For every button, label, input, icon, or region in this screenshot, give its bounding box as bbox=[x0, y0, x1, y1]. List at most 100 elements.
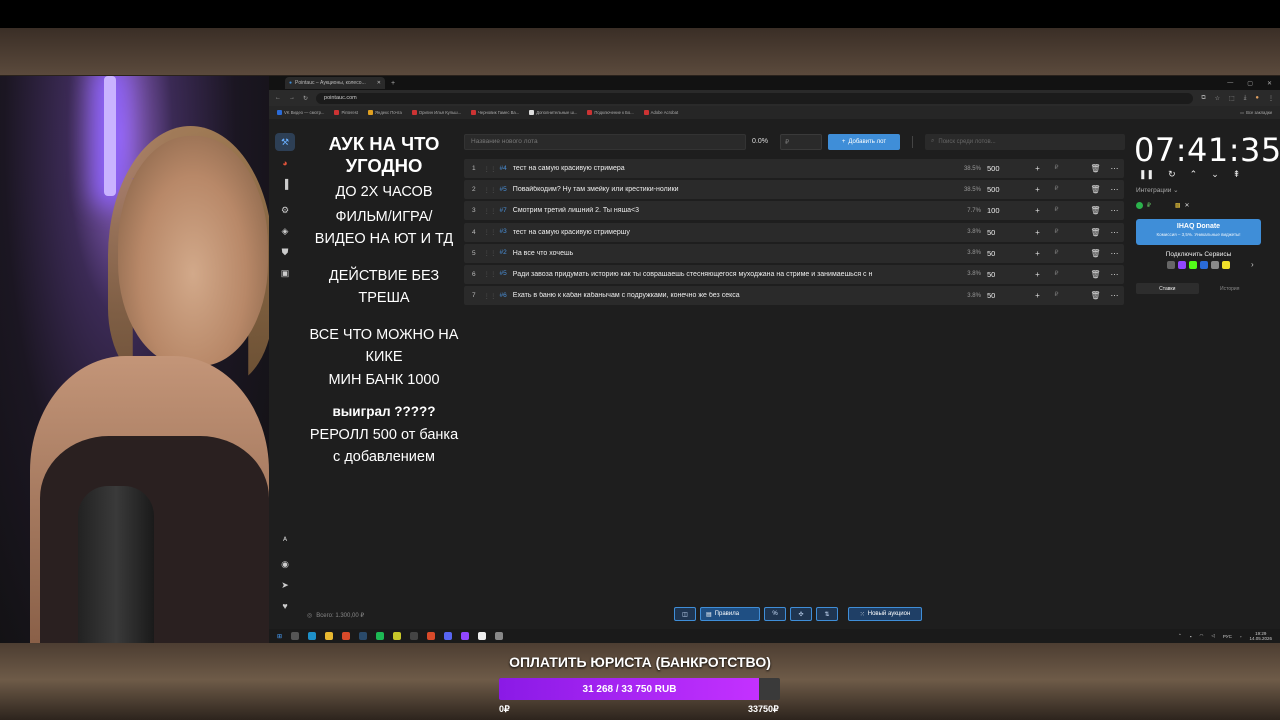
volume-icon[interactable]: ◁ bbox=[1211, 633, 1214, 639]
taskbar-clock[interactable]: 19:29 14.05.2026 bbox=[1249, 631, 1272, 641]
keyboard-language[interactable]: РУС bbox=[1223, 634, 1232, 639]
lot-search-input[interactable]: ⌕ Поиск среди лотов... bbox=[925, 133, 1125, 150]
more-icon[interactable]: ⋯ bbox=[1105, 291, 1124, 300]
bookmark-item[interactable]: Adobe Acrobat bbox=[643, 110, 678, 115]
pause-icon[interactable]: ❚❚ bbox=[1139, 169, 1154, 180]
lot-amount[interactable]: 100 bbox=[987, 206, 1026, 215]
delete-icon[interactable]: 🗑 bbox=[1086, 164, 1105, 173]
lot-amount[interactable]: 50 bbox=[987, 249, 1026, 258]
nav-settings-icon[interactable]: ⚙ bbox=[275, 201, 295, 219]
drag-handle-icon[interactable]: ⋮⋮ bbox=[484, 186, 497, 194]
nav-telegram-icon[interactable]: ➤ bbox=[275, 576, 295, 594]
chevron-right-icon[interactable]: › bbox=[1251, 260, 1254, 269]
integrations-label[interactable]: Интеграции ⌄ bbox=[1136, 186, 1179, 194]
add-amount-icon[interactable]: + bbox=[1028, 228, 1047, 237]
rub-input-icon[interactable]: ₽ bbox=[1047, 270, 1066, 279]
profile-avatar[interactable]: ● bbox=[1255, 95, 1259, 102]
all-bookmarks[interactable]: ▭ Все закладки bbox=[1240, 110, 1272, 115]
lot-amount[interactable]: 50 bbox=[987, 228, 1026, 237]
tray-chevron-icon[interactable]: ⌃ bbox=[1178, 633, 1182, 639]
download-icon[interactable]: ⤓ bbox=[1244, 95, 1247, 102]
lot-row[interactable]: 7 ⋮⋮ #6 Ехать в баню к кабан кабанычам с по… bbox=[464, 286, 1124, 306]
rub-input-icon[interactable]: ₽ bbox=[1047, 228, 1066, 237]
nav-wheel-icon[interactable]: ◕ bbox=[275, 154, 295, 172]
nav-gallery-icon[interactable]: ▣ bbox=[275, 264, 295, 282]
increase-time-icon[interactable]: ⌃ bbox=[1190, 169, 1198, 180]
nav-shield-icon[interactable]: ⛊ bbox=[275, 243, 295, 261]
url-field[interactable]: pointauc.com bbox=[316, 92, 1194, 104]
bookmark-item[interactable]: Черновик Гамес Ва... bbox=[471, 110, 519, 115]
spotify-icon[interactable] bbox=[376, 632, 385, 640]
close-integration-icon[interactable]: ✕ bbox=[1185, 202, 1190, 209]
more-icon[interactable]: ⋯ bbox=[1105, 228, 1124, 237]
fullscreen-button[interactable]: ◫ bbox=[674, 607, 696, 621]
bookmark-item[interactable]: Дополнительные ш... bbox=[529, 110, 577, 115]
windows-start-icon[interactable]: ⊞ bbox=[277, 633, 282, 640]
rub-input-icon[interactable]: ₽ bbox=[1047, 164, 1066, 173]
app-icon[interactable] bbox=[393, 632, 402, 640]
chrome-icon[interactable] bbox=[427, 632, 436, 640]
add-amount-icon[interactable]: + bbox=[1028, 270, 1047, 279]
bookmark-item[interactable]: VK Видео — смотр... bbox=[277, 110, 324, 115]
bookmark-item[interactable]: Подключение к Бо... bbox=[587, 110, 634, 115]
twitch-status-icon[interactable]: ▩ bbox=[1175, 202, 1181, 209]
lot-amount[interactable]: 50 bbox=[987, 291, 1026, 300]
lot-amount[interactable]: 50 bbox=[987, 270, 1026, 279]
percent-button[interactable]: % bbox=[764, 607, 786, 621]
menu-icon[interactable]: ⋮ bbox=[1268, 95, 1274, 102]
reset-icon[interactable]: ↻ bbox=[1168, 169, 1176, 180]
delete-icon[interactable]: 🗑 bbox=[1086, 206, 1105, 215]
rub-input-icon[interactable]: ₽ bbox=[1047, 206, 1066, 215]
donate-service-card[interactable]: IHAQ Donate Комиссия – 3,5%. Уникальные … bbox=[1136, 219, 1261, 245]
nav-github-icon[interactable]: ◉ bbox=[275, 555, 295, 573]
discord-icon[interactable] bbox=[444, 632, 453, 640]
taskview-icon[interactable] bbox=[291, 632, 300, 640]
lot-row[interactable]: 1 ⋮⋮ #4 тест на самую красивую стримера 38.5… bbox=[464, 159, 1124, 178]
rub-input-icon[interactable]: ₽ bbox=[1047, 185, 1066, 194]
more-icon[interactable]: ⋯ bbox=[1105, 270, 1124, 279]
rub-input-icon[interactable]: ₽ bbox=[1047, 249, 1066, 258]
yandex-icon[interactable] bbox=[478, 632, 487, 640]
lot-amount[interactable]: 500 bbox=[987, 164, 1026, 173]
delete-icon[interactable]: 🗑 bbox=[1086, 185, 1105, 194]
tray-icon[interactable]: ▫ bbox=[1240, 634, 1242, 639]
add-amount-icon[interactable]: + bbox=[1028, 185, 1047, 194]
lot-name[interactable]: тест на самую красивую стримера bbox=[513, 165, 942, 172]
delete-icon[interactable]: 🗑 bbox=[1086, 228, 1105, 237]
extensions-icon[interactable]: ⬚ bbox=[1229, 95, 1235, 102]
more-icon[interactable]: ⋯ bbox=[1105, 185, 1124, 194]
drag-handle-icon[interactable]: ⋮⋮ bbox=[484, 165, 497, 173]
add-time-icon[interactable]: ⇞ bbox=[1233, 169, 1241, 180]
delete-icon[interactable]: 🗑 bbox=[1086, 270, 1105, 279]
close-window-icon[interactable]: ✕ bbox=[1267, 80, 1272, 87]
drag-handle-icon[interactable]: ⋮⋮ bbox=[484, 207, 497, 215]
bookmark-item[interactable]: Яндекс Почта bbox=[367, 110, 402, 115]
chrome-icon[interactable] bbox=[342, 632, 351, 640]
rules-button[interactable]: ▤ Правила bbox=[700, 607, 760, 621]
new-auction-button[interactable]: ⁙ Новый аукцион bbox=[848, 607, 922, 621]
nav-auction-icon[interactable]: ⚒ bbox=[275, 133, 295, 151]
add-lot-button[interactable]: + Добавить лот bbox=[828, 133, 900, 150]
new-tab-icon[interactable]: + bbox=[391, 80, 395, 87]
lot-amount[interactable]: 500 bbox=[987, 185, 1026, 194]
nav-translate-icon[interactable]: ᴬ bbox=[275, 531, 295, 549]
browser-tab[interactable]: ● Pointauc – Аукционы, колесо... ✕ bbox=[285, 77, 385, 89]
connect-services[interactable]: Подключить Сервисы bbox=[1136, 251, 1261, 269]
lot-row[interactable]: 2 ⋮⋮ #5 Повайбкодим? Ну там змейку или крес… bbox=[464, 180, 1124, 200]
app-icon[interactable] bbox=[461, 632, 470, 640]
wifi-icon[interactable]: ◠ bbox=[1199, 633, 1203, 639]
lot-row[interactable]: 6 ⋮⋮ #5 Ради завоза придумать историю как т… bbox=[464, 264, 1124, 284]
back-icon[interactable]: ← bbox=[275, 95, 281, 101]
add-amount-icon[interactable]: + bbox=[1028, 164, 1047, 173]
decrease-time-icon[interactable]: ⌄ bbox=[1211, 169, 1219, 180]
bookmark-item[interactable]: Оригин Илья Кульш... bbox=[411, 110, 461, 115]
steam-icon[interactable] bbox=[359, 632, 368, 640]
rub-input-icon[interactable]: ₽ bbox=[1047, 291, 1066, 300]
star-icon[interactable]: ☆ bbox=[1215, 95, 1220, 102]
tab-bets[interactable]: Ставки bbox=[1136, 283, 1199, 294]
lot-name[interactable]: Ради завоза придумать историю как ты сов… bbox=[513, 271, 942, 278]
drag-handle-icon[interactable]: ⋮⋮ bbox=[484, 270, 497, 278]
add-amount-icon[interactable]: + bbox=[1028, 291, 1047, 300]
nav-stats-icon[interactable]: ▐ bbox=[275, 175, 295, 193]
drag-handle-icon[interactable]: ⋮⋮ bbox=[484, 249, 497, 257]
